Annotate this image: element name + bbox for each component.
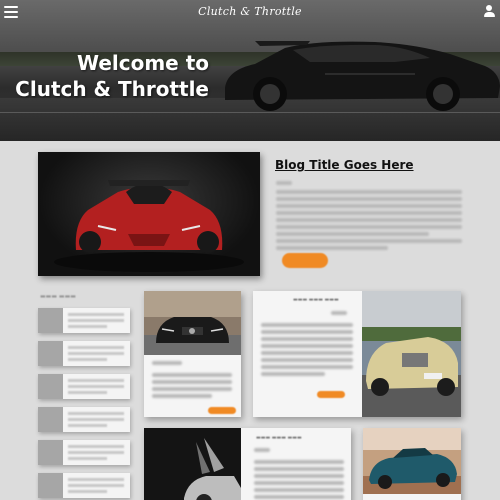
red-supercar-image <box>54 180 244 272</box>
hero-road-line <box>0 112 500 113</box>
blog-card-read-more-button[interactable] <box>208 407 236 414</box>
hero-title: Welcome to Clutch & Throttle <box>15 50 209 102</box>
blog-card-wide[interactable]: ▬▬▬ ▬▬▬ ▬▬▬ <box>253 291 461 417</box>
blog-card-excerpt-blurred <box>254 460 344 500</box>
blog-card-meta-blurred <box>331 311 347 318</box>
quick-read-text-blurred <box>68 412 124 430</box>
site-brand-logo[interactable]: Clutch & Throttle <box>0 5 500 18</box>
quick-read-item[interactable] <box>38 407 130 432</box>
featured-post-excerpt-blurred <box>276 190 462 253</box>
quick-read-text-blurred <box>68 379 124 397</box>
blog-card-title-blurred: ▬▬▬ ▬▬▬ ▬▬▬ <box>256 435 302 441</box>
silver-car-image <box>144 428 241 500</box>
blog-card-excerpt-blurred <box>152 373 232 401</box>
quick-read-item[interactable] <box>38 308 130 333</box>
featured-post-meta-blurred <box>276 181 292 188</box>
hero-title-line2: Clutch & Throttle <box>15 77 209 101</box>
blog-card[interactable] <box>363 428 461 500</box>
quick-read-item[interactable] <box>38 473 130 498</box>
hero-car-image <box>225 41 500 111</box>
featured-post-image[interactable] <box>38 152 260 276</box>
quick-read-thumbnail <box>38 374 63 399</box>
blog-card-read-more-button[interactable] <box>317 391 345 398</box>
quick-read-text-blurred <box>68 346 124 364</box>
blog-card-title-blurred: ▬▬▬ ▬▬▬ ▬▬▬ <box>293 297 339 303</box>
bentley-car-image <box>362 291 461 417</box>
quick-read-thumbnail <box>38 308 63 333</box>
mercedes-car-image <box>144 291 241 355</box>
camaro-car-image <box>363 428 461 494</box>
hero-title-line1: Welcome to <box>76 51 209 75</box>
blog-card-title-blurred <box>152 361 182 368</box>
quick-read-thumbnail <box>38 473 63 498</box>
quick-read-item[interactable] <box>38 341 130 366</box>
quick-read-thumbnail <box>38 440 63 465</box>
quick-read-thumbnail <box>38 341 63 366</box>
blog-card-wide[interactable]: ▬▬▬ ▬▬▬ ▬▬▬ <box>144 428 351 500</box>
blog-card-meta-blurred <box>254 448 270 455</box>
blog-card[interactable] <box>144 291 241 417</box>
top-navigation-bar: Clutch & Throttle <box>0 0 500 24</box>
blog-card-excerpt-blurred <box>261 323 353 379</box>
user-account-icon[interactable] <box>483 5 495 18</box>
quick-reads-heading-blurred: ▬▬▬ ▬▬▬ <box>40 293 76 300</box>
featured-post-title[interactable]: Blog Title Goes Here <box>275 158 414 172</box>
quick-read-item[interactable] <box>38 374 130 399</box>
quick-read-item[interactable] <box>38 440 130 465</box>
quick-read-text-blurred <box>68 313 124 331</box>
quick-read-thumbnail <box>38 407 63 432</box>
quick-read-text-blurred <box>68 445 124 463</box>
quick-read-text-blurred <box>68 478 124 496</box>
featured-read-more-button[interactable] <box>282 253 328 268</box>
